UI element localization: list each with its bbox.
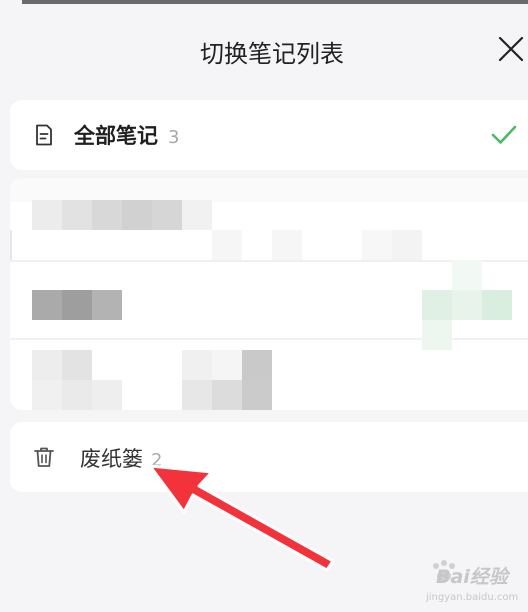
close-icon[interactable] [496,34,526,64]
page-title: 切换笔记列表 [200,40,344,68]
notebook-all-count: 3 [168,127,180,148]
blurred-notebook-list [10,178,528,410]
watermark-brand-latin: Bai [436,566,470,588]
notebook-trash-count: 2 [151,450,163,471]
notebook-all-label: 全部笔记 3 [74,120,179,150]
note-icon [36,124,52,146]
notebook-all[interactable]: 全部笔记 3 [10,100,528,170]
trash-icon [34,447,54,467]
notebook-trash-label: 废纸篓 2 [80,443,162,473]
check-icon [491,125,517,144]
watermark-brand-cjk: 经验 [469,566,508,588]
watermark-brand: Bai经验 [436,562,508,589]
notebook-all-name: 全部笔记 [74,124,158,148]
watermark-domain: jingyan.baidu.com [426,592,519,603]
notebook-trash[interactable]: 废纸篓 2 [10,422,528,492]
header: 切换笔记列表 [0,4,528,92]
notebook-trash-name: 废纸篓 [80,447,143,471]
